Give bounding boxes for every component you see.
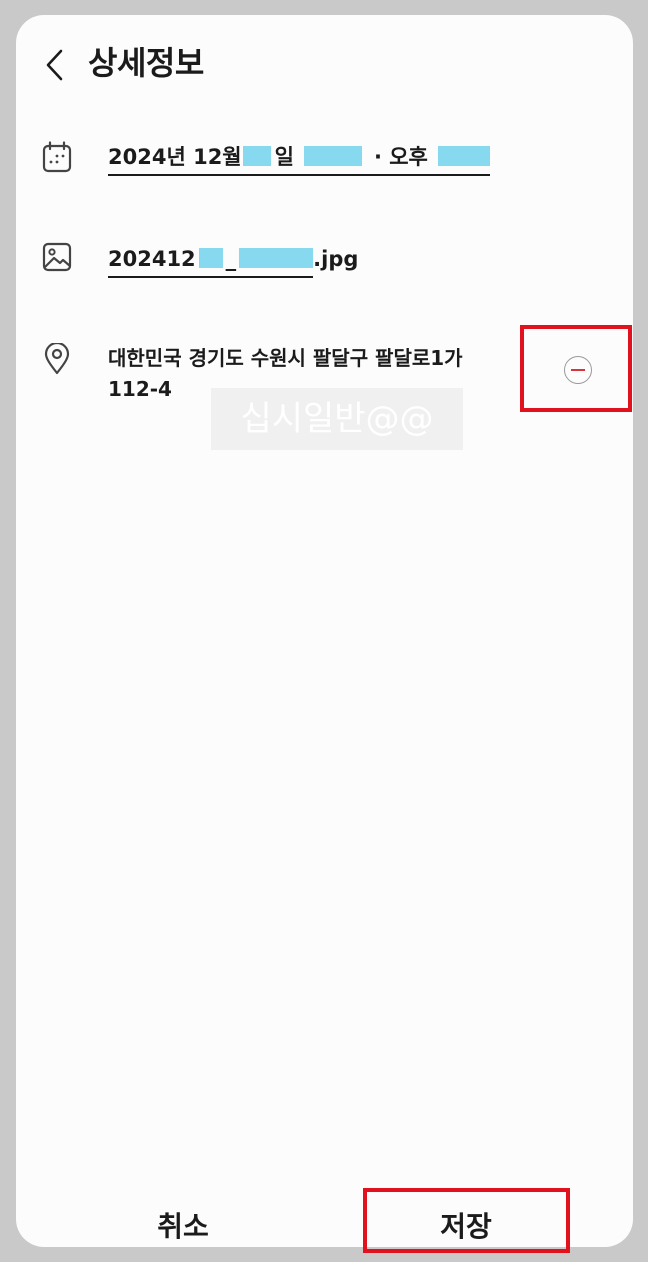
redacted-day [242, 146, 271, 166]
file-name-prefix: 202412 [108, 247, 196, 271]
file-extension: .jpg [313, 247, 359, 271]
remove-location-button[interactable] [564, 356, 592, 384]
date-time-value[interactable]: 2024년 12월 일 · 오후 [108, 142, 490, 176]
file-name-field[interactable]: 202412 _ .jpg [108, 244, 358, 278]
back-button[interactable] [38, 45, 72, 85]
redacted-clock [437, 146, 490, 166]
file-name-underscore: _ [225, 247, 237, 271]
save-button[interactable]: 저장 [368, 1197, 564, 1247]
date-prefix: 2024년 12월 [108, 145, 242, 169]
date-time-field[interactable]: 2024년 12월 일 · 오후 [108, 142, 490, 176]
redacted-file-day [198, 248, 223, 268]
page-title: 상세정보 [88, 44, 204, 82]
day-suffix: 일 [274, 145, 294, 169]
details-sheet: 상세정보 2024년 12월 일 · 오후 202412 _ .jpg 대한민국… [16, 15, 633, 1247]
redacted-file-time [239, 248, 314, 268]
cancel-button[interactable]: 취소 [108, 1197, 258, 1247]
file-name-value[interactable]: 202412 _ [108, 244, 314, 278]
redacted-time [303, 146, 362, 166]
location-pin-icon [40, 342, 74, 376]
watermark: 십시일반@@ [211, 388, 463, 450]
image-icon [40, 240, 74, 274]
calendar-icon [40, 140, 74, 174]
time-period: · 오후 [373, 145, 428, 169]
chevron-left-icon [46, 49, 63, 81]
address-line-1: 대한민국 경기도 수원시 팔달구 팔달로1가 [108, 346, 463, 370]
